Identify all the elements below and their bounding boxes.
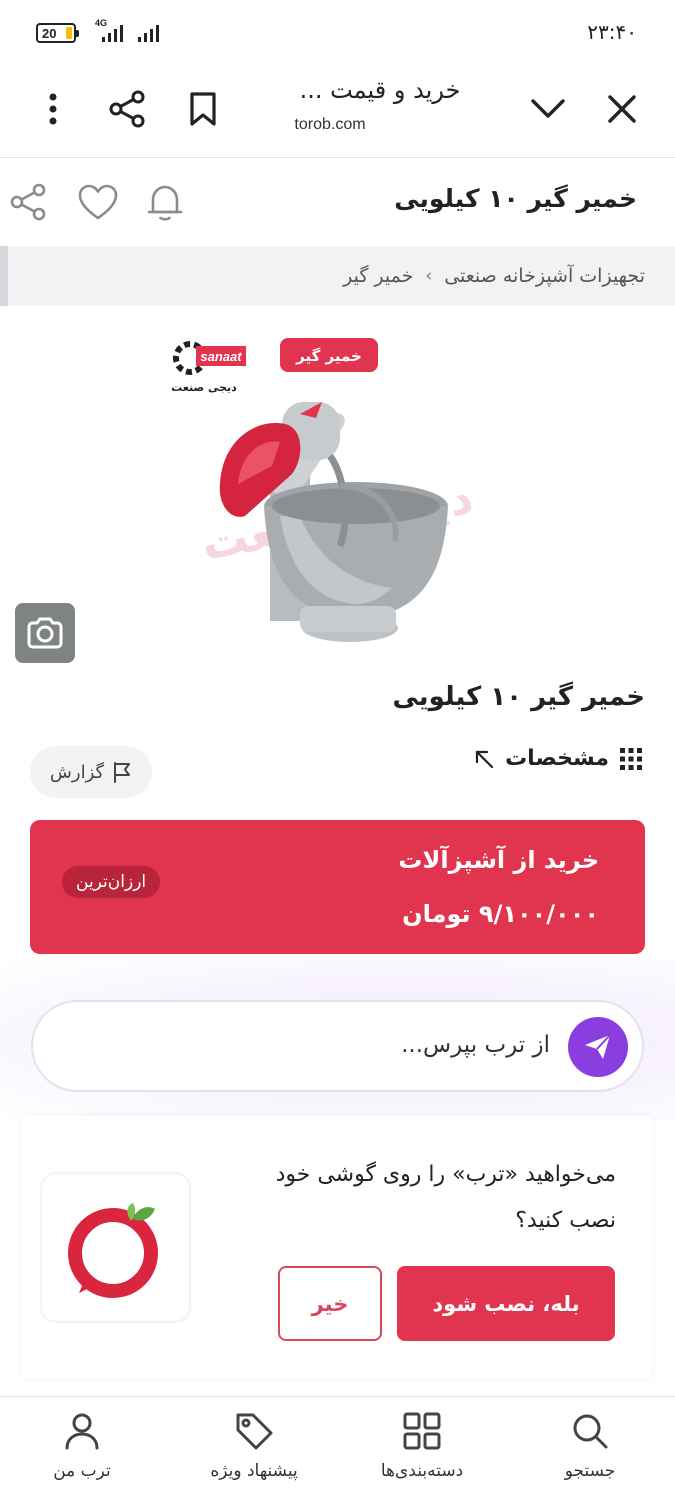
image-search-button[interactable] xyxy=(15,603,75,663)
url-text[interactable]: torob.com xyxy=(270,116,390,134)
bottom-navigation: جستجو دسته‌بندی‌ها پیشنهاد ویژه ترب من xyxy=(0,1396,675,1500)
nav-categories-label: دسته‌بندی‌ها xyxy=(380,1461,464,1481)
nav-search[interactable]: جستجو xyxy=(520,1411,660,1481)
camera-icon xyxy=(27,617,63,649)
specs-label: مشخصات xyxy=(505,746,609,771)
nav-categories[interactable]: دسته‌بندی‌ها xyxy=(352,1411,492,1481)
tag-icon xyxy=(236,1413,273,1450)
report-label: گزارش xyxy=(49,761,105,783)
nav-special-offers-label: پیشنهاد ویژه xyxy=(210,1461,298,1481)
bookmark-icon[interactable] xyxy=(178,84,228,134)
close-icon[interactable] xyxy=(597,84,647,134)
install-app-card: می‌خواهید «ترب» را روی گوشی خود نصب کنید… xyxy=(22,1116,652,1378)
chevron-down-icon[interactable] xyxy=(523,84,573,134)
specs-link[interactable]: مشخصات xyxy=(473,746,643,771)
product-tag: خمیر گیر xyxy=(280,338,378,372)
product-title: خمیر گیر ۱۰ کیلویی xyxy=(392,682,646,712)
grid-dots-icon xyxy=(620,747,642,770)
ask-input[interactable]: از ترب بپرس... xyxy=(31,1000,644,1092)
page-title[interactable]: خرید و قیمت ... xyxy=(270,76,490,104)
logo-text: sanaat xyxy=(200,349,242,364)
nav-my-torob-label: ترب من xyxy=(53,1461,111,1481)
breadcrumb-item-subcategory[interactable]: خمیر گیر xyxy=(343,265,413,287)
install-no-button[interactable]: خیر xyxy=(278,1266,382,1341)
cheapest-badge: ارزان‌ترین xyxy=(62,866,161,898)
nav-search-label: جستجو xyxy=(564,1461,616,1481)
battery-level: 20 xyxy=(42,25,57,41)
install-yes-button[interactable]: بله، نصب شود xyxy=(397,1266,615,1341)
grid-icon xyxy=(403,1412,441,1450)
breadcrumb-item-category[interactable]: تجهیزات آشپزخانه صنعتی xyxy=(444,265,645,287)
product-header-title: خمیر گیر ۱۰ کیلویی xyxy=(394,184,637,213)
user-icon xyxy=(65,1413,99,1450)
clock: ۲۳:۴۰ xyxy=(587,20,637,44)
offer-card[interactable]: خرید از آشپزآلات ۹/۱۰۰/۰۰۰ تومان ارزان‌ت… xyxy=(30,820,645,954)
breadcrumb: تجهیزات آشپزخانه صنعتی › خمیر گیر xyxy=(0,246,675,306)
battery-indicator: 20 xyxy=(36,23,79,43)
install-prompt-text: می‌خواهید «ترب» را روی گوشی خود نصب کنید… xyxy=(275,1162,616,1233)
offer-store-title: خرید از آشپزآلات xyxy=(398,846,599,874)
tag-text: خمیر گیر xyxy=(295,347,362,365)
signal-icon xyxy=(102,24,123,42)
more-options-icon[interactable] xyxy=(28,84,78,134)
signal-icon-2 xyxy=(138,24,159,42)
report-button[interactable]: گزارش xyxy=(30,746,152,798)
offer-price: ۹/۱۰۰/۰۰۰ تومان xyxy=(402,900,599,928)
flag-icon xyxy=(114,762,131,783)
app-logo-icon xyxy=(42,1174,189,1321)
status-bar: 20 4G ۲۳:۴۰ xyxy=(0,0,675,64)
product-header: خمیر گیر ۱۰ کیلویی xyxy=(0,158,675,246)
product-image[interactable]: sanaat دیجی صنعت خمیر گیر دیجی صنعت xyxy=(0,306,675,676)
browser-toolbar: خرید و قیمت ... torob.com xyxy=(0,64,675,158)
share-product-icon[interactable] xyxy=(6,180,50,224)
send-icon xyxy=(585,1034,611,1059)
heart-icon[interactable] xyxy=(76,180,120,224)
bell-icon[interactable] xyxy=(143,180,187,224)
search-icon xyxy=(573,1414,608,1449)
breadcrumb-separator: › xyxy=(425,266,433,286)
nav-special-offers[interactable]: پیشنهاد ویژه xyxy=(184,1411,324,1481)
logo-subtext: دیجی صنعت xyxy=(171,381,237,394)
brand-logo: sanaat دیجی صنعت xyxy=(171,341,246,394)
nav-my-torob[interactable]: ترب من xyxy=(12,1411,152,1481)
share-icon[interactable] xyxy=(102,84,152,134)
ask-placeholder: از ترب بپرس... xyxy=(401,1032,550,1058)
arrow-expand-icon xyxy=(475,750,494,768)
send-button[interactable] xyxy=(568,1017,628,1077)
